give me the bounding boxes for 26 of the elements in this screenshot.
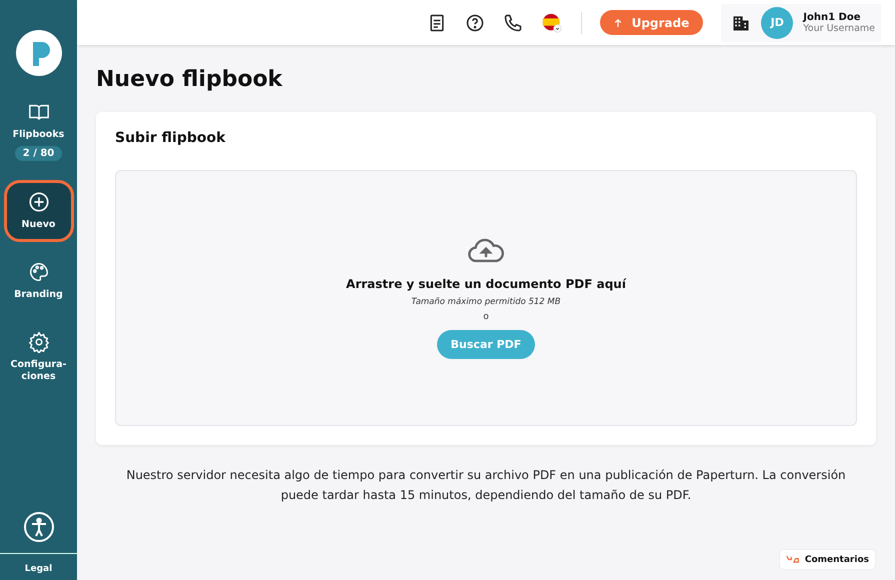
nav-item[interactable]: Flipbooks 2 / 80 <box>4 90 74 172</box>
feedback-button[interactable]: Comentarios <box>778 549 876 570</box>
cloud-upload-icon <box>467 237 505 264</box>
arrow-up-icon <box>614 18 622 28</box>
flag-icon[interactable] <box>540 12 563 34</box>
size-hint: Tamaño máximo permitido 512 MB <box>411 297 561 307</box>
logo-icon[interactable] <box>16 30 62 76</box>
add-icon <box>28 191 50 213</box>
palette-icon <box>28 261 50 283</box>
nav-item[interactable]: Configura- ciones <box>4 320 74 394</box>
drop-heading: Arrastre y suelte un documento PDF aquí <box>346 277 626 291</box>
info-text: Nuestro servidor necesita algo de tiempo para convertir su archivo PDF en una publicación de Paperturn. La conversión puede tardar hasta 15 minutos, dependiendo del tamaño de su PDF. <box>125 467 847 504</box>
settings-icon <box>28 331 50 353</box>
accessibility-icon[interactable] <box>22 511 54 543</box>
phone-icon[interactable] <box>502 12 523 32</box>
legal-link[interactable]: Legal <box>24 564 52 574</box>
drop-zone[interactable]: Arrastre y suelte un documento PDF aquí Tamaño máximo permitido 512 MB o Buscar PDF <box>115 170 857 426</box>
card-title: Subir flipbook <box>115 130 226 146</box>
help-icon[interactable] <box>464 12 485 32</box>
or-text: o <box>483 312 489 322</box>
nav-item[interactable]: Branding <box>4 250 74 312</box>
username: Your Username <box>803 22 875 34</box>
page-title: Nuevo flipbook <box>96 67 284 92</box>
nav-item[interactable]: Nuevo <box>4 180 74 242</box>
user-name: John1 Doe <box>803 12 862 22</box>
count-badge: 2 / 80 <box>14 146 62 161</box>
